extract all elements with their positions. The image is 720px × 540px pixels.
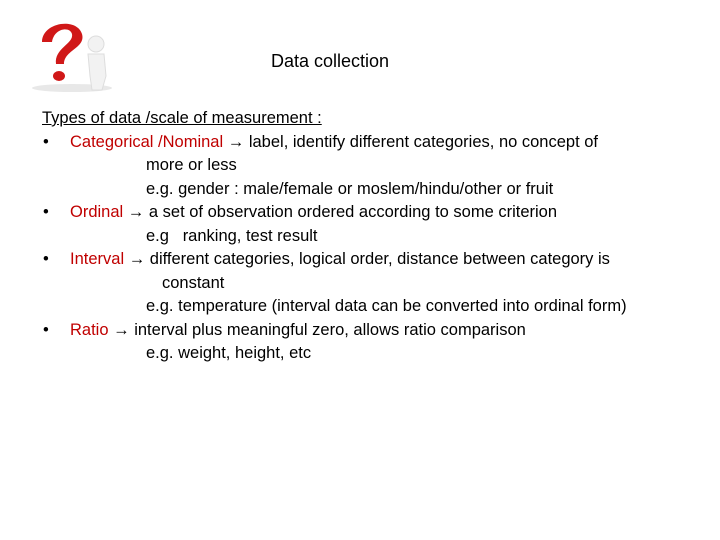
bullet-icon: • bbox=[43, 132, 49, 151]
description-continued: more or less bbox=[146, 156, 237, 174]
example-text: e.g. weight, height, etc bbox=[146, 344, 312, 362]
arrow-icon: → bbox=[128, 250, 146, 268]
description: different categories, logical order, dis… bbox=[149, 250, 610, 268]
slide-title: Data collection bbox=[271, 51, 390, 71]
slide-content: Types of data /scale of measurement : • … bbox=[42, 107, 702, 366]
arrow-icon: → bbox=[227, 132, 245, 151]
list-item-categorical: • Categorical /Nominal → label, identify… bbox=[42, 131, 702, 155]
question-mark-figure-icon bbox=[22, 12, 124, 94]
section-heading: Types of data /scale of measurement : bbox=[42, 109, 322, 127]
bullet-icon: • bbox=[43, 203, 49, 221]
term: Ratio bbox=[70, 320, 109, 339]
description: interval plus meaningful zero, allows ra… bbox=[134, 320, 526, 339]
bullet-icon: • bbox=[43, 320, 49, 339]
list-item-interval: • Interval → different categories, logic… bbox=[42, 248, 702, 272]
description: a set of observation ordered according t… bbox=[148, 203, 558, 221]
description: label, identify different categories, no… bbox=[248, 132, 599, 151]
term: Interval bbox=[70, 250, 125, 268]
example-text: e.g ranking, test result bbox=[146, 226, 318, 245]
description-continued: constant bbox=[162, 273, 225, 292]
arrow-icon: → bbox=[127, 203, 145, 221]
term: Ordinal bbox=[70, 203, 124, 221]
example-text: e.g. temperature (interval data can be c… bbox=[146, 297, 627, 315]
arrow-icon: → bbox=[113, 320, 130, 339]
example-text: e.g. gender : male/female or moslem/hind… bbox=[146, 179, 554, 198]
bullet-icon: • bbox=[43, 250, 49, 268]
term: Categorical /Nominal bbox=[70, 132, 224, 151]
list-item-ratio: • Ratio → interval plus meaningful zero,… bbox=[42, 319, 702, 343]
list-item-ordinal: • Ordinal → a set of observation ordered… bbox=[42, 201, 702, 225]
